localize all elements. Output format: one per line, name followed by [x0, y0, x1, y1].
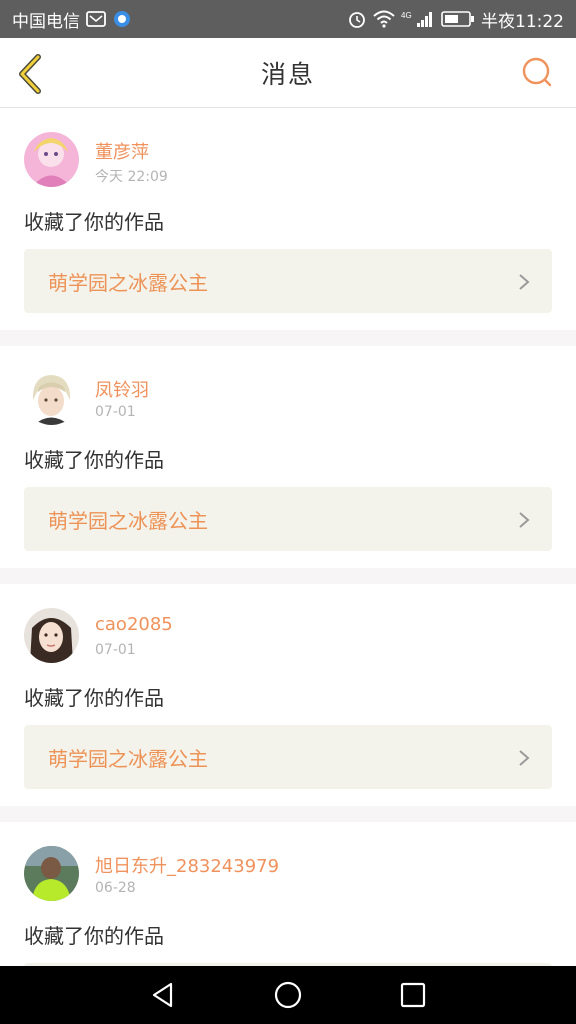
work-link[interactable]: 萌学园之冰露公主	[24, 487, 552, 551]
search-icon	[522, 57, 552, 87]
timestamp: 07-01	[95, 642, 136, 658]
work-title: 萌学园之冰露公主	[48, 746, 208, 771]
message-card: 凤铃羽 07-01 收藏了你的作品 萌学园之冰露公主	[0, 346, 576, 568]
username[interactable]: 凤铃羽	[95, 376, 149, 402]
message-card: 旭日东升_283243979 06-28 收藏了你的作品	[0, 822, 576, 966]
recents-square-icon	[401, 982, 426, 1008]
chevron-left-icon	[19, 54, 41, 94]
avatar[interactable]	[24, 846, 79, 901]
timestamp: 07-01	[95, 404, 136, 420]
work-link[interactable]: 萌学园之冰露公主	[24, 249, 552, 313]
username[interactable]: 董彦萍	[95, 138, 149, 164]
page-title: 消息	[260, 59, 315, 89]
carrier-label: 中国电信	[12, 11, 80, 32]
status-bar: 中国电信 4G 半夜11:22	[0, 0, 576, 38]
app-icon	[112, 9, 132, 29]
nav-home-button[interactable]	[268, 975, 308, 1015]
back-button[interactable]	[14, 54, 48, 94]
timestamp: 今天 22:09	[95, 169, 168, 185]
work-title: 萌学园之冰露公主	[48, 508, 208, 533]
search-button[interactable]	[520, 56, 554, 90]
nav-back-button[interactable]	[143, 975, 183, 1015]
app-bar: 消息	[0, 38, 576, 108]
username[interactable]: cao2085	[95, 614, 173, 635]
chevron-right-icon	[519, 512, 530, 528]
wifi-icon	[373, 10, 395, 28]
signal-icon: 4G	[401, 9, 435, 29]
action-text: 收藏了你的作品	[24, 210, 164, 234]
nav-recents-button[interactable]	[393, 975, 433, 1015]
back-triangle-icon	[152, 982, 172, 1008]
home-circle-icon	[274, 981, 302, 1009]
message-icon	[86, 10, 106, 28]
action-text: 收藏了你的作品	[24, 448, 164, 472]
action-text: 收藏了你的作品	[24, 686, 164, 710]
timestamp: 06-28	[95, 880, 136, 896]
chevron-right-icon	[519, 274, 530, 290]
action-text: 收藏了你的作品	[24, 924, 164, 948]
alarm-icon	[347, 9, 367, 29]
system-nav-bar	[0, 966, 576, 1024]
message-card: cao2085 07-01 收藏了你的作品 萌学园之冰露公主	[0, 584, 576, 806]
chevron-right-icon	[519, 750, 530, 766]
message-list[interactable]: 董彦萍 今天 22:09 收藏了你的作品 萌学园之冰露公主 凤铃羽 07-01 …	[0, 108, 576, 966]
avatar[interactable]	[24, 608, 79, 663]
battery-icon	[441, 10, 475, 28]
message-card: 董彦萍 今天 22:09 收藏了你的作品 萌学园之冰露公主	[0, 108, 576, 330]
avatar[interactable]	[24, 132, 79, 187]
clock-label: 半夜11:22	[481, 11, 564, 32]
username[interactable]: 旭日东升_283243979	[95, 852, 279, 878]
avatar[interactable]	[24, 370, 79, 425]
work-title: 萌学园之冰露公主	[48, 270, 208, 295]
network-label: 4G	[401, 11, 412, 20]
work-link[interactable]: 萌学园之冰露公主	[24, 725, 552, 789]
